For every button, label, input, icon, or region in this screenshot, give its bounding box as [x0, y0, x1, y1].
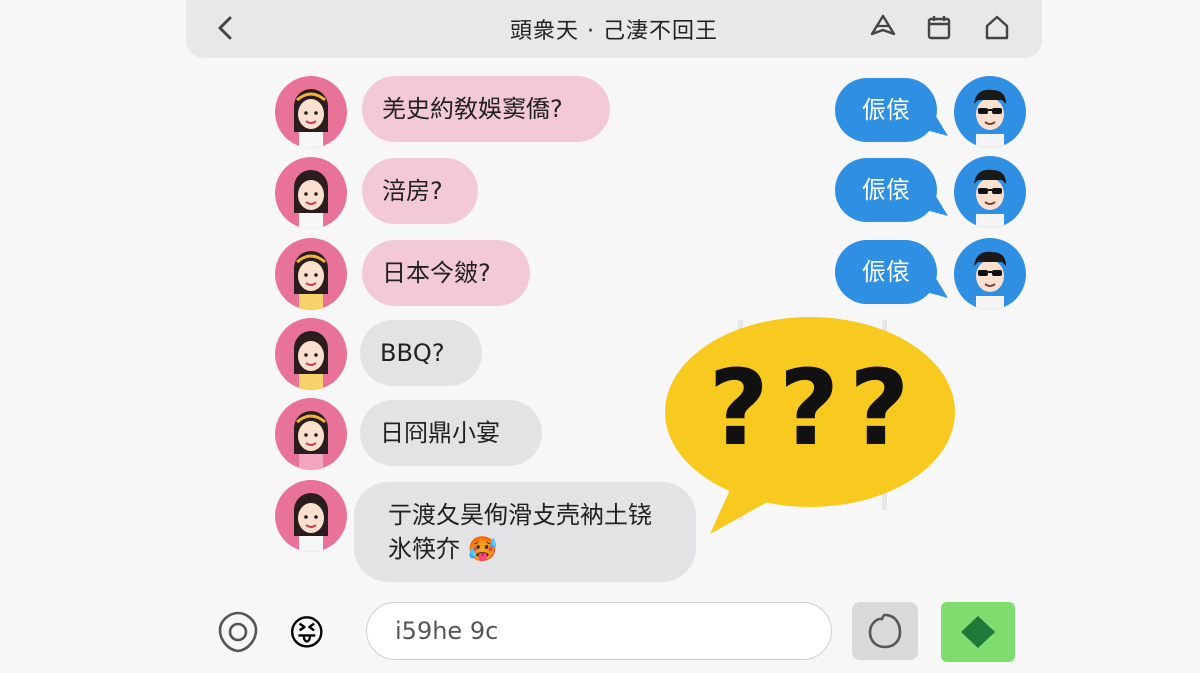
message-text: 侲偯 [862, 96, 910, 124]
emoji-icon: 😝 [288, 613, 326, 654]
message-text: 侲偯 [862, 258, 910, 286]
avatar[interactable] [275, 157, 347, 229]
chat-title: 頭衆天 · 己淒不回王 [510, 19, 718, 44]
emoji-button[interactable]: 😝 [288, 612, 332, 656]
message-bubble: 日本今皴? [362, 240, 530, 306]
bubble-tail [926, 100, 948, 136]
avatar[interactable] [275, 238, 347, 310]
message-text: 亍渡夂昊侚滑攴壳衲土铙 [388, 501, 652, 529]
message-input[interactable]: i59he 9c [366, 602, 832, 660]
message-bubble: 侲偯 [835, 240, 937, 304]
avatar[interactable] [954, 238, 1026, 310]
message-bubble: 侲偯 [835, 158, 937, 222]
message-bubble: 日冏鼎小宴 [360, 400, 542, 466]
calendar-icon[interactable] [924, 12, 954, 42]
chat-header: 頭衆天 · 己淒不回王 [186, 0, 1042, 58]
send-icon [961, 616, 995, 648]
voice-icon[interactable] [216, 610, 260, 654]
sticker-icon [868, 613, 902, 649]
reaction-text: ??? [708, 347, 920, 469]
message-text: 日冏鼎小宴 [380, 419, 500, 447]
avatar[interactable] [275, 318, 347, 390]
message-text: BBQ? [380, 339, 445, 367]
home-icon[interactable] [982, 12, 1012, 42]
avatar[interactable] [954, 156, 1026, 228]
tag-icon[interactable] [868, 12, 898, 42]
message-text-line2: 氷筷夰 🥵 [388, 535, 498, 563]
bubble-tail [926, 180, 948, 216]
avatar[interactable] [954, 76, 1026, 148]
message-bubble: 涪房? [362, 158, 478, 224]
avatar[interactable] [275, 480, 347, 552]
message-bubble: 侲偯 [835, 78, 937, 142]
bubble-tail [926, 262, 948, 298]
message-bubble: BBQ? [360, 320, 482, 386]
message-text: 涪房? [382, 177, 443, 205]
avatar[interactable] [275, 76, 347, 148]
sticker-button[interactable] [852, 602, 918, 660]
avatar[interactable] [275, 398, 347, 470]
send-button[interactable] [941, 602, 1015, 662]
message-bubble: 羌史約敎娛窦僑? [362, 76, 610, 142]
message-text: 羌史約敎娛窦僑? [382, 95, 563, 123]
message-bubble: 亍渡夂昊侚滑攴壳衲土铙 氷筷夰 🥵 [354, 482, 696, 582]
message-text: 侲偯 [862, 176, 910, 204]
composer: 😝 i59he 9c [200, 598, 1030, 668]
message-text: 日本今皴? [382, 259, 491, 287]
